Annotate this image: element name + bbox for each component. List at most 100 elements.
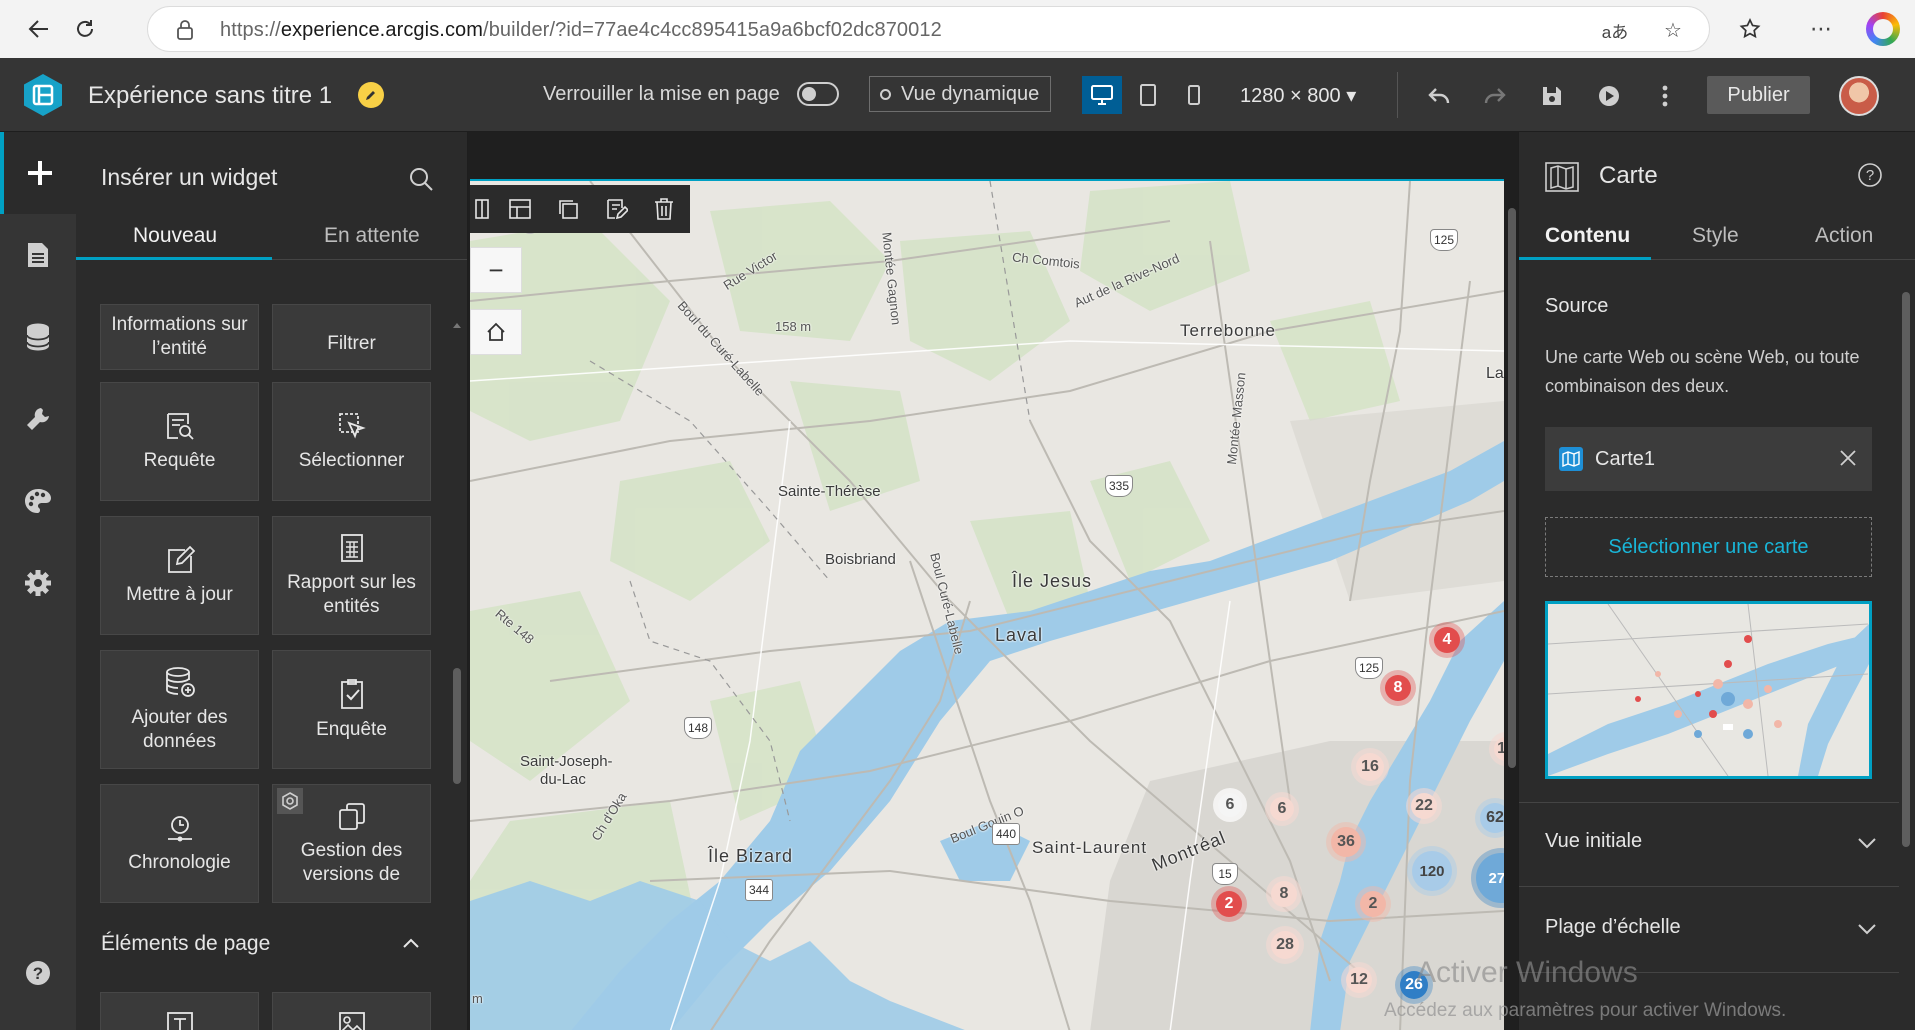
favorites-icon[interactable] — [1735, 14, 1765, 44]
cluster-marker[interactable]: 28 — [1271, 931, 1299, 959]
favorite-star-icon[interactable]: ☆ — [1658, 15, 1688, 45]
widget-tile[interactable]: Filtrer — [272, 304, 431, 370]
tab-new[interactable]: Nouveau — [133, 224, 217, 248]
highway-shield: 125 — [1430, 229, 1459, 251]
column-layout-icon[interactable] — [470, 185, 496, 233]
source-label: Source — [1545, 295, 1609, 317]
back-icon[interactable] — [20, 10, 58, 48]
map-thumbnail[interactable] — [1545, 601, 1872, 779]
windows-activation-subtitle: Accédez aux paramètres pour activer Wind… — [1384, 1000, 1787, 1021]
tab-action[interactable]: Action — [1815, 224, 1873, 248]
cluster-marker[interactable]: 6 — [1270, 797, 1294, 821]
cluster-marker[interactable]: 120 — [1412, 851, 1452, 891]
site-info-icon[interactable] — [176, 19, 194, 46]
resolution-label: 1280 × 800 — [1240, 85, 1341, 107]
scale-range-section[interactable]: Plage d’échelle — [1545, 916, 1681, 939]
publish-button[interactable]: Publier — [1707, 76, 1810, 114]
map-label: Sainte-Thérèse — [778, 483, 881, 500]
widget-tile[interactable] — [272, 992, 431, 1030]
tab-content[interactable]: Contenu — [1545, 224, 1630, 248]
tools-wrench-icon[interactable] — [0, 378, 76, 460]
survey-icon — [340, 678, 363, 709]
cluster-marker[interactable]: 2 — [1216, 891, 1242, 917]
help-icon[interactable]: ? — [1857, 162, 1883, 193]
edit-settings-icon[interactable] — [592, 185, 640, 233]
widget-tile[interactable]: Mettre à jour — [100, 516, 259, 635]
experience-builder-logo-icon[interactable] — [20, 72, 66, 118]
close-icon[interactable] — [1837, 447, 1859, 474]
page-icon[interactable] — [0, 214, 76, 296]
undo-icon[interactable] — [1421, 78, 1457, 114]
widget-tile[interactable]: Chronologie — [100, 784, 259, 903]
selected-map-item[interactable]: Carte1 — [1545, 427, 1872, 491]
widget-tile[interactable]: Enquête — [272, 650, 431, 769]
user-avatar[interactable] — [1839, 76, 1879, 116]
select-map-button[interactable]: Sélectionner une carte — [1545, 517, 1872, 577]
widget-tile[interactable]: Sélectionner — [272, 382, 431, 501]
preview-icon[interactable] — [1591, 78, 1627, 114]
chevron-up-icon[interactable] — [402, 936, 420, 954]
widget-toolbar — [470, 185, 690, 233]
redo-icon[interactable] — [1477, 78, 1513, 114]
cluster-marker[interactable]: 4 — [1434, 627, 1460, 653]
translate-icon[interactable]: aあ — [1600, 15, 1630, 45]
chevron-down-icon[interactable] — [1857, 922, 1877, 940]
more-options-icon[interactable] — [1647, 78, 1683, 114]
cluster-marker[interactable]: 62 — [1480, 803, 1504, 833]
insert-widget-icon[interactable] — [0, 132, 76, 214]
header-divider — [1397, 72, 1398, 118]
desktop-device-button[interactable] — [1082, 76, 1122, 114]
row-layout-icon[interactable] — [496, 185, 544, 233]
widget-tile[interactable]: Ajouter des données — [100, 650, 259, 769]
reload-icon[interactable] — [66, 10, 104, 48]
delete-icon[interactable] — [640, 185, 688, 233]
lock-layout-label: Verrouiller la mise en page — [543, 83, 780, 105]
cluster-marker[interactable]: 8 — [1385, 675, 1411, 701]
lock-layout-toggle[interactable] — [797, 82, 839, 106]
widget-tile[interactable]: Informations sur l’entité — [100, 304, 259, 370]
save-icon[interactable] — [1534, 78, 1570, 114]
widget-tile[interactable]: Rapport sur les entités — [272, 516, 431, 635]
more-menu-icon[interactable]: ⋯ — [1806, 14, 1836, 44]
dynamic-view-button[interactable]: Vue dynamique — [869, 76, 1051, 112]
tablet-device-button[interactable] — [1128, 76, 1168, 114]
address-bar[interactable]: https://experience.arcgis.com/builder/?i… — [147, 6, 1710, 52]
edit-title-icon[interactable] — [358, 82, 384, 108]
chevron-down-icon[interactable] — [1857, 836, 1877, 854]
page-elements-section[interactable]: Éléments de page — [101, 932, 270, 956]
cluster-marker[interactable]: 16 — [1356, 753, 1384, 781]
zoom-out-button[interactable]: − — [470, 247, 522, 293]
tab-pending[interactable]: En attente — [324, 224, 420, 248]
initial-view-section[interactable]: Vue initiale — [1545, 830, 1642, 853]
canvas-scrollbar[interactable] — [1508, 208, 1516, 768]
phone-device-button[interactable] — [1174, 76, 1214, 114]
cluster-marker[interactable]: 8 — [1271, 881, 1297, 907]
scroll-up-icon[interactable] — [452, 316, 462, 334]
widget-panel-scrollbar[interactable] — [453, 668, 461, 784]
cluster-marker[interactable]: 12 — [1346, 967, 1372, 993]
radio-circle-icon — [880, 88, 891, 100]
cluster-marker[interactable]: 22 — [1411, 793, 1437, 819]
copilot-icon[interactable] — [1866, 12, 1900, 46]
resolution-dropdown[interactable]: 1280 × 800 ▾ — [1240, 83, 1356, 108]
home-button[interactable] — [470, 309, 522, 355]
widget-label: Rapport sur les entités — [287, 571, 416, 617]
experience-title[interactable]: Expérience sans titre 1 — [88, 82, 332, 110]
duplicate-icon[interactable] — [544, 185, 592, 233]
cluster-marker[interactable]: 6 — [1218, 793, 1242, 817]
panel-title: Insérer un widget — [101, 164, 278, 190]
search-icon[interactable] — [408, 166, 434, 197]
widget-label: Mettre à jour — [126, 583, 233, 605]
settings-gear-icon[interactable] — [0, 542, 76, 624]
widget-tile[interactable] — [100, 992, 259, 1030]
map-widget[interactable]: Terrebonne Sainte-Thérèse Boisbriand Île… — [470, 179, 1504, 1030]
cluster-marker[interactable]: 36 — [1331, 827, 1361, 857]
settings-scrollbar[interactable] — [1902, 292, 1910, 847]
help-icon[interactable]: ? — [0, 932, 76, 1014]
data-icon[interactable] — [0, 296, 76, 378]
theme-palette-icon[interactable] — [0, 460, 76, 542]
browser-toolbar: https://experience.arcgis.com/builder/?i… — [0, 0, 1915, 58]
tab-style[interactable]: Style — [1692, 224, 1739, 248]
widget-tile[interactable]: Requête — [100, 382, 259, 501]
cluster-marker[interactable]: 2 — [1360, 891, 1386, 917]
